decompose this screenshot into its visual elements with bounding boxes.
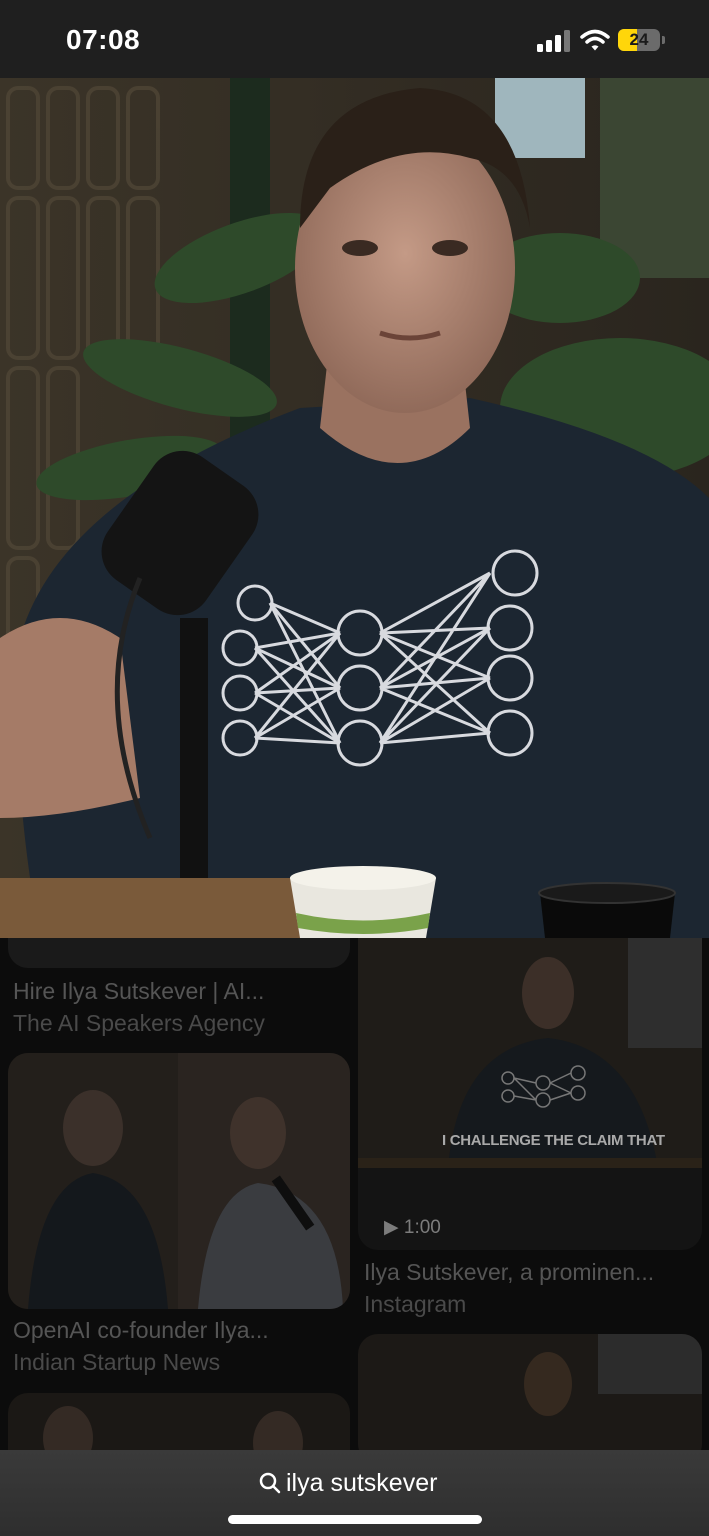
status-time: 07:08 (66, 24, 141, 55)
result-thumbnail[interactable] (8, 1053, 350, 1309)
hero-image[interactable] (0, 78, 709, 938)
video-caption-overlay: I CHALLENGE THE CLAIM THAT (442, 1132, 665, 1149)
result-thumbnail[interactable] (358, 1334, 702, 1450)
home-indicator[interactable] (228, 1515, 482, 1524)
result-title[interactable]: Hire Ilya Sutskever | AI... (13, 978, 343, 1005)
search-query-button[interactable]: ilya sutskever (258, 1468, 437, 1498)
battery-icon: 24 (618, 29, 660, 51)
play-icon: ▶ (384, 1217, 404, 1238)
result-thumbnail[interactable] (8, 938, 350, 968)
video-result-thumbnail[interactable]: I CHALLENGE THE CLAIM THAT ▶ 1:00 (358, 938, 702, 1250)
result-source: The AI Speakers Agency (13, 1010, 265, 1036)
result-source: Indian Startup News (13, 1349, 221, 1375)
battery-tip (662, 36, 665, 44)
result-source: Instagram (364, 1291, 467, 1317)
video-duration: ▶ 1:00 (384, 1216, 441, 1239)
result-title[interactable]: OpenAI co-founder Ilya... (13, 1317, 343, 1344)
search-query-text[interactable]: ilya sutskever (286, 1469, 437, 1498)
video-duration-label: 1:00 (403, 1217, 441, 1238)
result-title[interactable]: Ilya Sutskever, a prominen... (364, 1259, 698, 1286)
search-icon (259, 1472, 281, 1494)
result-thumbnail[interactable] (8, 1393, 350, 1450)
wifi-icon (580, 29, 610, 51)
bottom-search-bar: ilya sutskever (0, 1450, 709, 1536)
results-grid: Hire Ilya Sutskever | AI... The AI Speak… (0, 938, 709, 1450)
status-bar: 07:08 24 (0, 0, 709, 78)
cellular-signal-icon (537, 30, 571, 52)
battery-percentage: 24 (629, 30, 649, 49)
